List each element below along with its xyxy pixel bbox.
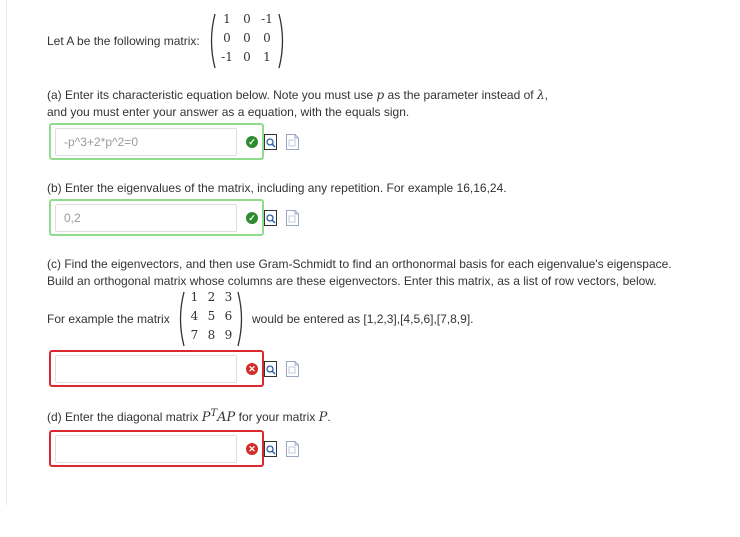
part-a-text: as the parameter instead of [384,88,537,102]
matrix-cell: 9 [224,328,233,342]
matrix-cell: 8 [207,328,216,342]
part-c-answer-frame [49,350,264,387]
matrix-cell: -1 [221,50,233,64]
right-paren [278,13,284,69]
part-c-prompt-line2: Build an orthogonal matrix whose columns… [47,274,657,288]
part-d-prompt: (d) Enter the diagonal matrix PTAP for y… [47,408,331,425]
document-icon[interactable] [286,134,299,150]
matrix-cell: 0 [243,31,251,45]
preview-icon[interactable] [264,441,277,457]
preview-icon[interactable] [264,361,277,377]
x-icon: ✕ [246,443,258,455]
part-b-answer-input[interactable] [55,204,237,232]
matrix-cell: 1 [263,50,271,64]
part-d-text: for your matrix [235,410,319,424]
matrix-cell: -1 [261,12,273,26]
matrix-a-entries: 1 0 -1 0 0 0 -1 0 1 [217,12,277,64]
part-d-text: . [327,410,331,424]
matrix-cell: 0 [223,31,231,45]
preview-icon[interactable] [264,210,277,226]
preview-icon[interactable] [264,134,277,150]
part-c-answer-input[interactable] [55,355,237,383]
part-d-answer-frame [49,430,264,467]
left-paren [179,291,185,347]
part-a-text: , [544,88,548,102]
right-paren [237,291,243,347]
math-ap: AP [217,410,236,425]
document-icon[interactable] [286,441,299,457]
part-c-prompt-line1: (c) Find the eigenvectors, and then use … [47,257,672,271]
example-matrix-entries: 1 2 3 4 5 6 7 8 9 [186,290,237,342]
matrix-cell: 0 [243,12,251,26]
math-p: P [201,410,211,425]
part-a-prompt: (a) Enter its characteristic equation be… [47,88,548,102]
part-b-prompt: (b) Enter the eigenvalues of the matrix,… [47,181,507,195]
part-d-answer-input[interactable] [55,435,237,463]
check-icon: ✓ [246,136,258,148]
left-paren [210,13,216,69]
part-b-answer-frame [49,199,264,236]
part-a-text: (a) Enter its characteristic equation be… [47,88,377,102]
part-d-text: (d) Enter the diagonal matrix [47,410,202,424]
matrix-cell: 5 [207,309,216,323]
document-icon[interactable] [286,210,299,226]
matrix-cell: 7 [190,328,199,342]
matrix-cell: 3 [224,290,233,304]
check-icon: ✓ [246,212,258,224]
part-a-prompt-line2: and you must enter your answer as a equa… [47,105,410,119]
lambda-symbol: λ [536,88,545,102]
matrix-a: 1 0 -1 0 0 0 -1 0 1 [207,12,285,70]
x-icon: ✕ [246,363,258,375]
matrix-cell: 0 [243,50,251,64]
example-suffix: would be entered as [1,2,3],[4,5,6],[7,8… [252,312,474,326]
matrix-cell: 1 [190,290,199,304]
matrix-cell: 0 [263,31,271,45]
left-divider [6,0,7,505]
matrix-a-label: Let A be the following matrix: [47,34,200,48]
matrix-cell: 4 [190,309,199,323]
matrix-cell: 6 [224,309,233,323]
example-prefix: For example the matrix [47,312,170,326]
document-icon[interactable] [286,361,299,377]
part-a-answer-input[interactable] [55,128,237,156]
example-matrix: 1 2 3 4 5 6 7 8 9 [176,290,246,348]
matrix-cell: 1 [223,12,231,26]
matrix-cell: 2 [207,290,216,304]
part-a-answer-frame [49,123,264,160]
